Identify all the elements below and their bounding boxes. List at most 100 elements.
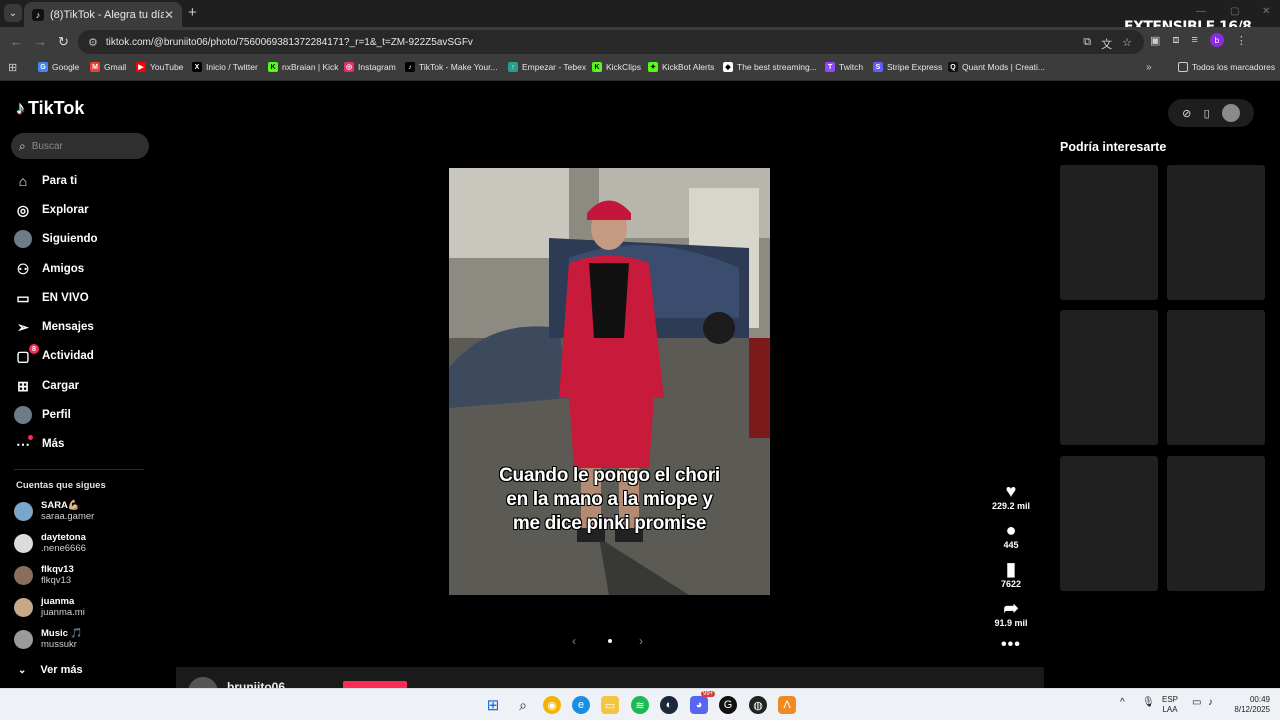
sidebar-item-following-avatar[interactable]: ● Siguiendo [14, 228, 98, 250]
clock[interactable]: 00:49 8/12/2025 [1226, 695, 1270, 715]
bookmark-item[interactable]: K KickClips [592, 62, 641, 72]
device-icon[interactable]: ▯ [1204, 107, 1210, 120]
volume-icon[interactable]: ♪ [1208, 698, 1213, 708]
new-tab-button[interactable]: + [188, 4, 197, 21]
edge-icon[interactable]: e [572, 696, 590, 714]
gmail-icon: M [90, 62, 100, 72]
sidebar-item-label: Actividad [42, 350, 94, 362]
carousel-prev-icon[interactable]: ‹ [572, 634, 576, 648]
app-a-icon[interactable]: Λ [778, 696, 796, 714]
language-indicator[interactable]: ESP LAA [1162, 695, 1178, 715]
share-button[interactable]: ➦ 91.9 mil [990, 598, 1032, 628]
site-info-icon[interactable]: ⚙ [88, 36, 98, 49]
back-icon[interactable]: ← [10, 34, 23, 49]
bookmark-item[interactable]: KnxBraian | Kick [268, 62, 339, 72]
extensions-icon[interactable]: ⧈ [1172, 34, 1179, 47]
user-avatar[interactable] [1221, 104, 1240, 122]
all-bookmarks-button[interactable]: Todos los marcadores [1178, 62, 1275, 72]
sidebar-item-label: EN VIVO [42, 292, 89, 304]
close-window-icon[interactable]: ✕ [1262, 6, 1270, 17]
discord-icon[interactable]: ◕ 99+ [690, 691, 716, 714]
cast-icon[interactable]: ⧉ [1083, 36, 1091, 52]
spotify-icon[interactable]: ≋ [631, 696, 649, 714]
close-tab-icon[interactable]: ✕ [164, 8, 174, 22]
bookmark-item[interactable]: X Inicio / Twitter [192, 62, 258, 72]
forward-icon[interactable]: → [34, 34, 47, 49]
maximize-icon[interactable]: ▢ [1230, 6, 1239, 17]
profile-avatar[interactable]: b [1209, 33, 1224, 47]
bookmark-item[interactable]: G Google [38, 62, 79, 72]
google-icon: G [38, 62, 48, 72]
carousel-next-icon[interactable]: › [639, 634, 643, 648]
more-options-icon[interactable]: ••• [1001, 636, 1021, 654]
bookmark-item[interactable]: ◎ Instagram [344, 62, 396, 72]
chrome-icon[interactable]: ◉ [543, 696, 561, 714]
bookmark-item[interactable]: ◆ The best streaming... [723, 62, 817, 72]
account-name: daytetona [41, 532, 86, 543]
like-button[interactable]: ♥ 229.2 mil [990, 481, 1032, 511]
reading-list-icon[interactable]: ≡ [1191, 34, 1197, 46]
extension-badge-icon[interactable]: ▣ [1150, 34, 1160, 47]
tray-overflow-icon[interactable]: ^ [1120, 698, 1125, 708]
bookmark-item[interactable]: ✦ KickBot Alerts [648, 62, 714, 72]
apps-grid-icon[interactable]: ⊞ [8, 61, 17, 74]
reload-icon[interactable]: ↻ [58, 34, 69, 50]
translate-icon[interactable]: 文 [1101, 36, 1112, 52]
windows-start-icon[interactable]: ⊞ [484, 696, 502, 714]
sidebar-item-compass[interactable]: ◎ Explorar [14, 199, 89, 221]
bookmark-item[interactable]: ▶ YouTube [136, 62, 183, 72]
account-username: flkqv13 [41, 575, 72, 586]
bookmark-item[interactable]: S Stripe Express [873, 62, 942, 72]
kickbot-icon: ✦ [648, 62, 658, 72]
save-button[interactable]: ▮ 7622 [990, 559, 1032, 589]
suggestion-tile[interactable] [1060, 310, 1158, 445]
sidebar-item-live-tv[interactable]: ▭ EN VIVO [14, 287, 89, 309]
suggestion-tile[interactable] [1060, 456, 1158, 591]
followed-account[interactable]: daytetona .nene6666 [14, 530, 86, 556]
bookmark-star-icon[interactable]: ☆ [1122, 36, 1132, 52]
followed-account[interactable]: juanma juanma.mi [14, 594, 85, 620]
tab-search-icon[interactable]: ⌄ [4, 4, 22, 22]
bookmark-item[interactable]: T Twitch [825, 62, 863, 72]
microphone-icon[interactable]: 🎙 [1142, 698, 1155, 708]
bookmark-item[interactable]: ♪ TikTok - Make Your... [405, 62, 498, 72]
followed-account[interactable]: flkqv13 flkqv13 [14, 562, 74, 588]
address-bar[interactable]: ⚙ tiktok.com/@bruniito06/photo/756006938… [78, 30, 1144, 54]
see-more-button[interactable]: ⌄ Ver más [18, 664, 83, 676]
bookmarks-overflow-icon[interactable]: » [1146, 62, 1152, 73]
sidebar-item-activity[interactable]: ▢ 8 Actividad [14, 344, 94, 367]
app-icon[interactable]: G [719, 696, 737, 714]
suggestion-tile[interactable] [1167, 165, 1265, 300]
sidebar-item-upload[interactable]: ⊞ Cargar [14, 375, 79, 397]
suggestion-tile[interactable] [1060, 165, 1158, 300]
coins-icon[interactable]: ⊘ [1182, 107, 1191, 120]
browser-tab[interactable]: ♪ (8)TikTok - Alegra tu día ✕ [24, 2, 182, 27]
minimize-icon[interactable]: — [1196, 6, 1206, 17]
file-explorer-icon[interactable]: ▭ [601, 696, 619, 714]
search-input[interactable]: ⌕ Buscar [11, 133, 149, 159]
search-icon: ⌕ [19, 138, 26, 153]
obs-icon[interactable]: ◍ [749, 696, 767, 714]
sidebar-item-send[interactable]: ➢ Mensajes [14, 316, 94, 338]
sidebar-item-label: Mensajes [42, 321, 94, 333]
sidebar-item-profile-avatar[interactable]: ● Perfil [14, 404, 71, 426]
bookmark-item[interactable]: M Gmail [90, 62, 126, 72]
network-icon[interactable]: ▭ [1192, 698, 1201, 708]
suggestion-tile[interactable] [1167, 310, 1265, 445]
search-icon[interactable]: ⌕ [514, 696, 532, 714]
followed-account[interactable]: Music 🎵 mussukr [14, 626, 82, 652]
sidebar-item-friends[interactable]: ⚇ Amigos [14, 258, 84, 280]
post-photo[interactable]: Cuando le pongo el chori en la mano a la… [449, 168, 770, 595]
followed-account[interactable]: SARA💪🏼 saraa.gamer [14, 498, 94, 524]
chrome-menu-icon[interactable]: ⋮ [1236, 34, 1247, 47]
bookmark-item[interactable]: Q Quant Mods | Creati... [948, 62, 1045, 72]
steam-icon[interactable]: ◐ [660, 696, 678, 714]
comment-button[interactable]: ● 445 [990, 520, 1032, 550]
tiktok-logo[interactable]: ♪ TikTok [16, 98, 84, 119]
sidebar-item-home[interactable]: ⌂ Para ti [14, 170, 77, 192]
sidebar-item-more[interactable]: ⋯ Más [14, 433, 64, 455]
bookmark-item[interactable]: ↑ Empezar - Tebex [508, 62, 586, 72]
bookmark-label: nxBraian | Kick [282, 62, 339, 72]
keyboard-layout: LAA [1162, 705, 1178, 714]
suggestion-tile[interactable] [1167, 456, 1265, 591]
